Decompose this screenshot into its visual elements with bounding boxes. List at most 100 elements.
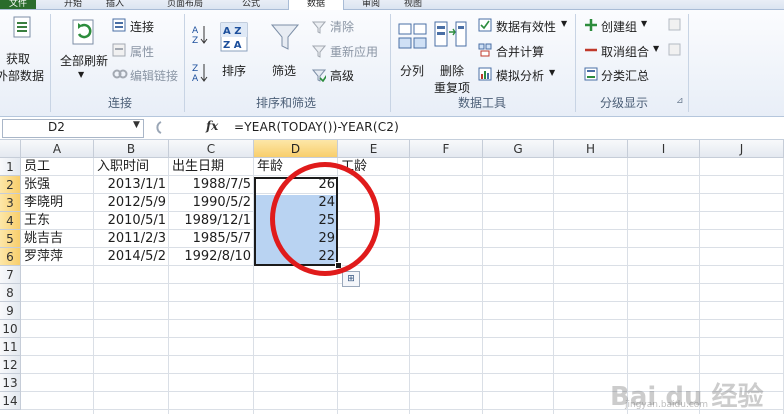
row-header-12[interactable]: 12 — [0, 356, 21, 374]
tab-formulas[interactable]: 公式 — [236, 0, 266, 9]
data-validation-icon — [478, 18, 492, 32]
refresh-all-button[interactable]: 全部刷新 — [60, 52, 108, 69]
tab-data[interactable]: 数据 — [288, 0, 344, 10]
filter-button[interactable]: 筛选 — [272, 62, 296, 79]
cell-a1[interactable]: 员工 — [21, 158, 94, 176]
formula-bar-resize-icon[interactable] — [150, 120, 164, 135]
row-header-13[interactable]: 13 — [0, 374, 21, 392]
reapply-icon — [312, 45, 326, 58]
cell-a6[interactable]: 罗萍萍 — [21, 248, 94, 266]
subtotal-button[interactable]: 分类汇总 — [601, 67, 649, 84]
cell-c6[interactable]: 1992/8/10 — [169, 248, 254, 266]
watermark-url: jingyan.baidu.com — [625, 400, 709, 410]
cell-c4[interactable]: 1989/12/1 — [169, 212, 254, 230]
group-outline-label: 分级显示 — [599, 96, 648, 110]
tab-file[interactable]: 文件 — [0, 0, 36, 9]
remove-duplicates-label[interactable]: 删除 — [440, 62, 464, 79]
svg-text:Z A: Z A — [223, 40, 242, 51]
cell-b1[interactable]: 入职时间 — [94, 158, 169, 176]
formula-input[interactable]: =YEAR(TODAY())-YEAR(C2) — [234, 120, 399, 134]
cell-a4[interactable]: 王东 — [21, 212, 94, 230]
insert-function-icon[interactable]: fx — [206, 119, 218, 133]
tab-insert[interactable]: 插入 — [100, 0, 130, 9]
row-header-14[interactable]: 14 — [0, 392, 21, 410]
row-header-3[interactable]: 3 — [0, 194, 21, 212]
cell-c2[interactable]: 1988/7/5 — [169, 176, 254, 194]
what-if-dropdown-icon[interactable]: ▼ — [549, 68, 555, 77]
cell-b6[interactable]: 2014/5/2 — [94, 248, 169, 266]
advanced-button[interactable]: 高级 — [330, 67, 354, 84]
name-box-dropdown-icon[interactable]: ▼ — [133, 120, 140, 130]
column-header-e[interactable]: E — [338, 140, 410, 158]
data-validation-button[interactable]: 数据有效性 — [496, 18, 556, 35]
group-connections-label: 连接 — [107, 96, 132, 110]
gridline-horizontal — [21, 319, 784, 320]
reapply-button[interactable]: 重新应用 — [330, 43, 378, 60]
connections-button[interactable]: 连接 — [130, 18, 154, 35]
sort-descending-icon[interactable]: ZA — [192, 62, 208, 82]
get-data-label-2[interactable]: 外部数据 — [0, 67, 44, 84]
column-header-h[interactable]: H — [554, 140, 628, 158]
tab-home[interactable]: 开始 — [58, 0, 88, 9]
what-if-analysis-button[interactable]: 模拟分析 — [496, 67, 544, 84]
group-dropdown-icon[interactable]: ▼ — [641, 19, 647, 28]
get-data-label[interactable]: 获取 — [6, 50, 30, 67]
advanced-filter-icon — [312, 69, 326, 82]
column-header-i[interactable]: I — [628, 140, 700, 158]
what-if-analysis-icon — [478, 67, 492, 81]
column-header-d[interactable]: D — [254, 140, 338, 158]
cell-b3[interactable]: 2012/5/9 — [94, 194, 169, 212]
clear-button[interactable]: 清除 — [330, 18, 354, 35]
select-all-corner[interactable] — [0, 140, 21, 158]
group-button[interactable]: 创建组 — [601, 18, 637, 35]
row-header-11[interactable]: 11 — [0, 338, 21, 356]
refresh-dropdown-icon[interactable]: ▼ — [78, 70, 84, 79]
gridline-horizontal — [21, 355, 784, 356]
cell-a3[interactable]: 李晓明 — [21, 194, 94, 212]
row-header-10[interactable]: 10 — [0, 320, 21, 338]
row-header-1[interactable]: 1 — [0, 158, 21, 176]
sort-ascending-icon[interactable]: AZ — [192, 24, 208, 44]
edit-links-button[interactable]: 编辑链接 — [130, 67, 178, 84]
outline-dialog-launcher-icon[interactable]: ⊿ — [676, 96, 684, 106]
column-header-b[interactable]: B — [94, 140, 169, 158]
cell-b5[interactable]: 2011/2/3 — [94, 230, 169, 248]
sort-button[interactable]: 排序 — [222, 62, 246, 79]
name-box[interactable] — [2, 119, 144, 138]
cell-c5[interactable]: 1985/5/7 — [169, 230, 254, 248]
tab-view[interactable]: 视图 — [398, 0, 428, 9]
properties-icon — [112, 43, 126, 57]
data-validation-dropdown-icon[interactable]: ▼ — [561, 19, 567, 28]
column-header-f[interactable]: F — [410, 140, 483, 158]
column-header-a[interactable]: A — [21, 140, 94, 158]
row-header-7[interactable]: 7 — [0, 266, 21, 284]
cell-b2[interactable]: 2013/1/1 — [94, 176, 169, 194]
row-header-8[interactable]: 8 — [0, 284, 21, 302]
ungroup-rows-icon — [585, 48, 597, 52]
cell-b4[interactable]: 2010/5/1 — [94, 212, 169, 230]
cell-c1[interactable]: 出生日期 — [169, 158, 254, 176]
tab-page-layout[interactable]: 页面布局 — [160, 0, 210, 9]
cell-a2[interactable]: 张强 — [21, 176, 94, 194]
row-header-9[interactable]: 9 — [0, 302, 21, 320]
tab-review[interactable]: 审阅 — [356, 0, 386, 9]
row-header-2[interactable]: 2 — [0, 176, 21, 194]
ungroup-dropdown-icon[interactable]: ▼ — [653, 44, 659, 53]
row-header-4[interactable]: 4 — [0, 212, 21, 230]
clear-filter-icon — [312, 21, 326, 34]
properties-button[interactable]: 属性 — [130, 43, 154, 60]
text-to-columns-button[interactable]: 分列 — [400, 62, 424, 79]
column-header-c[interactable]: C — [169, 140, 254, 158]
gridline-horizontal — [21, 283, 784, 284]
ungroup-button[interactable]: 取消组合 — [601, 43, 649, 60]
row-header-5[interactable]: 5 — [0, 230, 21, 248]
show-detail-icon — [668, 18, 681, 31]
column-header-j[interactable]: J — [700, 140, 784, 158]
row-header-6[interactable]: 6 — [0, 248, 21, 266]
auto-fill-options-icon[interactable]: ⊞ — [342, 271, 360, 287]
consolidate-button[interactable]: 合并计算 — [496, 43, 544, 60]
cell-a5[interactable]: 姚吉吉 — [21, 230, 94, 248]
consolidate-icon — [478, 43, 492, 57]
column-header-g[interactable]: G — [483, 140, 554, 158]
cell-c3[interactable]: 1990/5/2 — [169, 194, 254, 212]
